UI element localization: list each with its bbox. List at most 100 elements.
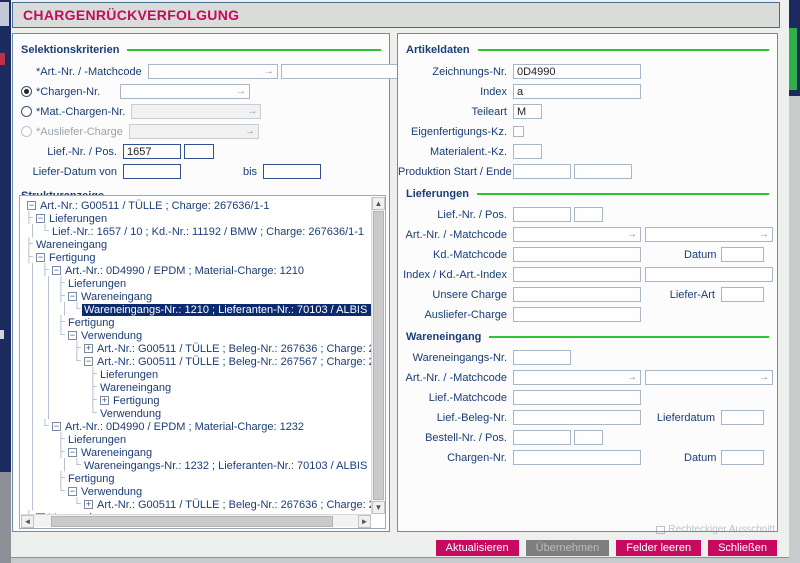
tree-node[interactable]: │ ├Lieferungen [25,433,371,446]
scroll-right-icon[interactable]: ► [358,515,371,528]
scroll-left-icon[interactable]: ◄ [21,515,34,528]
lief-pos-input[interactable] [184,144,214,159]
lief-beleg-nr-input[interactable] [513,410,641,425]
we-datum-input[interactable] [721,450,764,465]
tree-node-label[interactable]: Fertigung [66,317,116,329]
tree-node-label[interactable]: Wareneingangs-Nr.: 1210 ; Lieferanten-Nr… [82,304,371,316]
collapse-icon[interactable]: − [36,253,45,262]
scroll-down-icon[interactable]: ▼ [372,501,385,514]
lookup-arrow-icon[interactable]: → [759,229,772,240]
chargen-nr-radio[interactable] [21,86,32,97]
tree-node-label[interactable]: Lief.-Nr.: 1657 / 10 ; Kd.-Nr.: 11192 / … [50,226,366,238]
art-nr-input[interactable] [514,228,627,241]
tree-node-label[interactable]: Fertigung [66,473,116,485]
tree-node-label[interactable]: Lieferungen [47,213,109,225]
liefer-datum-von-input[interactable] [123,164,181,179]
ausliefer-charge-input[interactable] [513,307,641,322]
aktualisieren-button[interactable]: Aktualisieren [436,540,519,556]
matchcode-input[interactable] [646,228,759,241]
unsere-charge-input[interactable] [513,287,641,302]
tree-node[interactable]: ├−Fertigung [25,251,371,264]
tree-node-label[interactable]: Art.-Nr.: G00511 / TÜLLE ; Charge: 26763… [38,200,272,212]
tree-node-label[interactable]: Wareneingang [79,291,154,303]
felder-leeren-button[interactable]: Felder leeren [616,540,701,556]
mat-chargen-nr-radio[interactable] [21,106,32,117]
scroll-up-icon[interactable]: ▲ [372,197,385,210]
tree-node[interactable]: ││├−Wareneingang [25,290,371,303]
tree-node[interactable]: │ └+Art.-Nr.: G00511 / TÜLLE ; Beleg-Nr.… [25,498,371,511]
tree-node-label[interactable]: Wareneingang [34,239,109,251]
collapse-icon[interactable]: − [68,448,77,457]
horizontal-scroll-thumb[interactable] [51,516,333,527]
kd-art-index-input[interactable] [645,267,773,282]
chargen-nr-input[interactable] [513,450,641,465]
tree-node[interactable]: ├−Lieferungen [25,212,371,225]
tree-node[interactable]: │├−Art.-Nr.: 0D4990 / EPDM ; Material-Ch… [25,264,371,277]
tree-node[interactable]: │└Lief.-Nr.: 1657 / 10 ; Kd.-Nr.: 11192 … [25,225,371,238]
tree-node-label[interactable]: Art.-Nr.: G00511 / TÜLLE ; Beleg-Nr.: 26… [95,356,371,368]
tree-node-label[interactable]: Wareneingang [79,447,154,459]
tree-node[interactable]: ││ └Verwendung [25,407,371,420]
tree-node-label[interactable]: Fertigung [47,252,97,264]
uebernehmen-button[interactable]: Übernehmen [526,540,610,556]
tree-node[interactable]: │ ├Fertigung [25,472,371,485]
expand-icon[interactable]: + [84,500,93,509]
bestell-nr-input[interactable] [513,430,571,445]
tree-node-label[interactable]: Fertigung [111,395,161,407]
index-input[interactable] [513,267,641,282]
tree-node-label[interactable]: Wareneingang [98,382,173,394]
tree-node[interactable]: ││├Lieferungen [25,277,371,290]
tree-horizontal-scrollbar[interactable]: ◄ ► [21,514,371,527]
liefer-datum-bis-input[interactable] [263,164,321,179]
collapse-icon[interactable]: − [36,214,45,223]
tree-node-label[interactable]: Verwendung [79,330,144,342]
chargen-nr-input[interactable] [121,85,236,98]
collapse-icon[interactable]: − [27,201,36,210]
index-input[interactable] [513,84,641,99]
expand-icon[interactable]: + [84,344,93,353]
collapse-icon[interactable]: − [52,266,61,275]
tree-node[interactable]: ││ └−Art.-Nr.: G00511 / TÜLLE ; Beleg-Nr… [25,355,371,368]
tree-node[interactable]: │└−Art.-Nr.: 0D4990 / EPDM ; Material-Ch… [25,420,371,433]
tree-node[interactable]: │ │└Wareneingangs-Nr.: 1232 ; Lieferante… [25,459,371,472]
expand-icon[interactable]: + [100,396,109,405]
vertical-scroll-thumb[interactable] [373,211,384,500]
bestell-pos-input[interactable] [574,430,603,445]
tree-vertical-scrollbar[interactable]: ▲ ▼ [371,197,384,514]
teileart-input[interactable] [513,104,542,119]
lief-pos-input[interactable] [574,207,603,222]
lief-nr-input[interactable] [123,144,181,159]
materialent-kz-input[interactable] [513,144,542,159]
tree-node-label[interactable]: Lieferungen [66,278,128,290]
tree-node-label[interactable]: Art.-Nr.: 0D4990 / EPDM ; Material-Charg… [63,421,306,433]
tree-node[interactable]: ├Wareneingang [25,238,371,251]
tree-node-label[interactable]: Art.-Nr.: G00511 / TÜLLE ; Beleg-Nr.: 26… [95,343,371,355]
lookup-arrow-icon[interactable]: → [264,66,277,77]
tree-node[interactable]: ││ ├+Fertigung [25,394,371,407]
collapse-icon[interactable]: − [84,357,93,366]
lookup-arrow-icon[interactable]: → [627,229,640,240]
lookup-arrow-icon[interactable]: → [759,372,772,383]
collapse-icon[interactable]: − [68,292,77,301]
tree-node-label[interactable]: Art.-Nr.: G00511 / TÜLLE ; Beleg-Nr.: 26… [95,499,371,511]
wareneingangs-nr-input[interactable] [513,350,571,365]
zeichnungs-nr-input[interactable] [513,64,641,79]
matchcode-input[interactable] [282,65,397,78]
tree-node[interactable]: │ └−Verwendung [25,485,371,498]
collapse-icon[interactable]: − [52,422,61,431]
matchcode-input[interactable] [646,371,759,384]
schliessen-button[interactable]: Schließen [708,540,777,556]
lookup-arrow-icon[interactable]: → [236,86,249,97]
tree-node-label[interactable]: Verwendung [98,408,163,420]
ausliefer-charge-input[interactable] [130,125,245,138]
produktion-start-input[interactable] [513,164,571,179]
eigenfertigungs-kz-checkbox[interactable] [513,126,524,137]
collapse-icon[interactable]: − [68,331,77,340]
collapse-icon[interactable]: − [68,487,77,496]
ausliefer-charge-radio[interactable] [21,126,32,137]
tree-node-label[interactable]: Lieferungen [66,434,128,446]
tree-node[interactable]: ││ ├Wareneingang [25,381,371,394]
lookup-arrow-icon[interactable]: → [627,372,640,383]
tree-node-label[interactable]: Verwendung [79,486,144,498]
tree-node[interactable]: │││└Wareneingangs-Nr.: 1210 ; Lieferante… [25,303,371,316]
